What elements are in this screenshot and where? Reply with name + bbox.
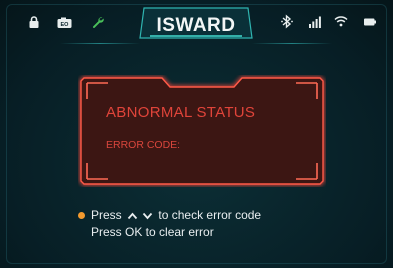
abnormal-status-panel: ABNORMAL STATUS ERROR CODE:	[78, 75, 326, 187]
battery-icon	[364, 18, 376, 26]
svg-text:EO: EO	[61, 22, 70, 28]
wrench-icon	[93, 17, 104, 28]
device-screen: EO ISWARD ABNORMAL STATUS ERROR CODE: Pr…	[0, 0, 393, 268]
bullet-dot	[78, 212, 85, 219]
alert-panel-frame	[79, 76, 325, 186]
hint-press-word: Press	[91, 208, 122, 222]
alert-title: ABNORMAL STATUS	[106, 104, 256, 121]
signal-icon	[309, 16, 321, 28]
camera-icon: EO	[57, 17, 72, 28]
hint-clear-text: Press OK to clear error	[91, 225, 214, 239]
chevron-down-icon	[142, 212, 153, 220]
hint-check-rest: to check error code	[158, 208, 262, 222]
title-plate: ISWARD	[138, 6, 254, 40]
chevron-up-icon	[127, 212, 138, 219]
lock-icon	[29, 16, 39, 28]
status-bar: EO ISWARD	[0, 0, 393, 44]
app-title: ISWARD	[156, 15, 236, 36]
status-rule-left	[60, 43, 140, 44]
bluetooth-icon	[281, 14, 293, 29]
wifi-icon	[334, 16, 348, 27]
error-code-label: ERROR CODE:	[106, 139, 181, 151]
status-rule-right	[252, 43, 332, 44]
hint-check-text: Press to check error code	[91, 207, 261, 224]
